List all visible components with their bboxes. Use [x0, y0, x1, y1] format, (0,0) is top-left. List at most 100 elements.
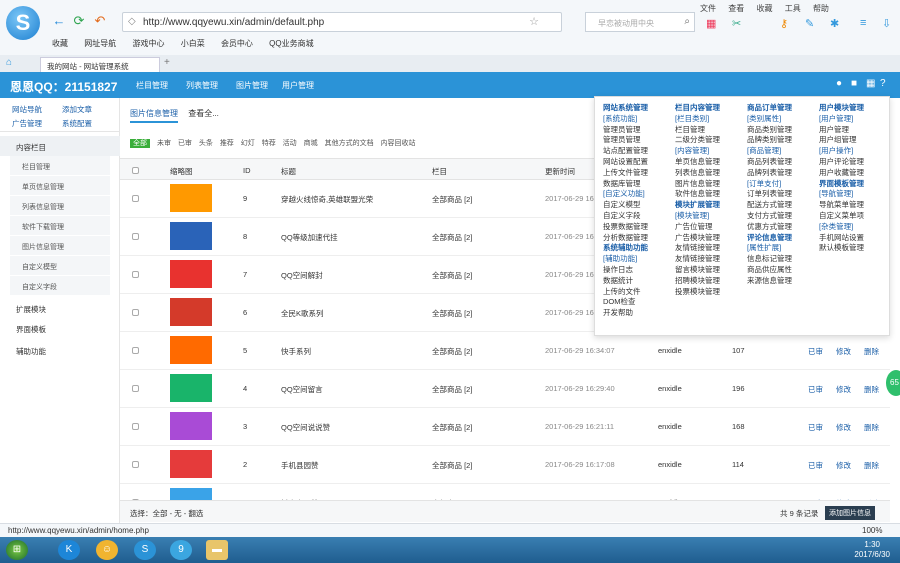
topnav-columns[interactable]: 栏目管理	[136, 80, 168, 91]
row-title[interactable]: 快手系列	[281, 346, 311, 357]
fav-item[interactable]: 小白菜	[181, 39, 205, 48]
menu-item[interactable]: 二级分类管理	[675, 135, 720, 146]
row-action[interactable]: 删除	[864, 384, 879, 395]
menu-item[interactable]: 用户管理	[819, 125, 864, 136]
menu-item[interactable]: 商品列表管理	[747, 157, 792, 168]
thumbnail-image[interactable]	[170, 374, 212, 402]
menu-item[interactable]: 数据库管理	[603, 179, 648, 190]
menu-item[interactable]: 管理员管理	[603, 125, 648, 136]
menu-tools[interactable]: 工具	[785, 4, 801, 13]
row-action[interactable]: 已审	[808, 346, 823, 357]
filter-item[interactable]: 全部	[130, 139, 150, 148]
row-checkbox[interactable]	[132, 309, 139, 316]
row-title[interactable]: QQ空间说说赞	[281, 422, 330, 433]
menu-view[interactable]: 查看	[728, 4, 744, 13]
topnav-lists[interactable]: 列表管理	[186, 80, 218, 91]
thumbnail-image[interactable]	[170, 336, 212, 364]
row-title[interactable]: 全民K歌系列	[281, 308, 324, 319]
thumbnail-image[interactable]	[170, 298, 212, 326]
tab-view-all[interactable]: 查看全...	[188, 109, 219, 118]
thumbnail-image[interactable]	[170, 222, 212, 250]
sidebar-item[interactable]: 自定义字段	[10, 276, 110, 296]
menu-item[interactable]: 用户评论管理	[819, 157, 864, 168]
sidebar-section-content[interactable]: 内容栏目	[0, 136, 120, 156]
star-icon[interactable]: ☆	[529, 15, 539, 28]
thumbnail-image[interactable]	[170, 488, 212, 500]
search-icon[interactable]: ⌕	[684, 16, 690, 27]
row-action[interactable]: 修改	[836, 460, 851, 471]
browser-tab[interactable]: 我的网站 - 网站管理系统	[40, 57, 160, 72]
app-k-icon[interactable]: K	[58, 540, 80, 560]
sidebar-item[interactable]: 自定义模型	[10, 256, 110, 276]
menu-item[interactable]: 用户组管理	[819, 135, 864, 146]
menu-item[interactable]: 品牌类别管理	[747, 135, 792, 146]
filter-item[interactable]: 特荐	[262, 140, 276, 147]
menu-item[interactable]: 列表信息管理	[675, 168, 720, 179]
row-checkbox[interactable]	[132, 195, 139, 202]
fav-item[interactable]: QQ业务商城	[269, 39, 313, 48]
menu-item[interactable]: 留言模块管理	[675, 265, 720, 276]
key-icon[interactable]: ⚷	[780, 17, 788, 30]
thumbnail-image[interactable]	[170, 184, 212, 212]
menu-item[interactable]: 站点配置管理	[603, 146, 648, 157]
menu-item[interactable]: 自定义模型	[603, 200, 648, 211]
menu-item[interactable]: 管理员管理	[603, 135, 648, 146]
menu-item[interactable]: 来源信息管理	[747, 276, 792, 287]
home-icon[interactable]: ⌂	[6, 57, 12, 68]
row-title[interactable]: QQ空间解封	[281, 270, 323, 281]
menu-help[interactable]: 帮助	[813, 4, 829, 13]
filter-item[interactable]: 未审	[157, 140, 171, 147]
menu-item[interactable]: 自定义字段	[603, 211, 648, 222]
row-title[interactable]: QQ空间留言	[281, 384, 323, 395]
app-9-icon[interactable]: 9	[170, 540, 192, 560]
sidebar-section[interactable]: 界面模板	[0, 318, 120, 338]
row-action[interactable]: 删除	[864, 346, 879, 357]
row-checkbox[interactable]	[132, 233, 139, 240]
filter-item[interactable]: 已审	[178, 140, 192, 147]
menu-item[interactable]: 默认模板管理	[819, 243, 864, 254]
menu-item[interactable]: 配送方式管理	[747, 200, 792, 211]
menu-item[interactable]: 数据统计	[603, 276, 648, 287]
search-box[interactable]: 早恋被动用中央 ⌕	[585, 12, 695, 32]
zoom-level[interactable]: 100%	[862, 526, 882, 535]
fav-item[interactable]: 会员中心	[221, 39, 253, 48]
row-title[interactable]: QQ等级加速代挂	[281, 232, 338, 243]
row-title[interactable]: 穿越火线惊奇,英雄联盟光荣	[281, 194, 373, 205]
help-icon[interactable]: ?	[880, 78, 886, 89]
sidebar-item[interactable]: 图片信息管理	[10, 236, 110, 256]
menu-item[interactable]: 友情链接管理	[675, 243, 720, 254]
topnav-users[interactable]: 用户管理	[282, 80, 314, 91]
menu-item[interactable]: 手机网站设置	[819, 233, 864, 244]
menu-item[interactable]: 单页信息管理	[675, 157, 720, 168]
menu-icon[interactable]: ≡	[860, 17, 866, 29]
thumbnail-image[interactable]	[170, 260, 212, 288]
menu-item[interactable]: 投票数据管理	[603, 222, 648, 233]
fav-item[interactable]: 收藏	[52, 39, 68, 48]
new-tab-icon[interactable]: +	[164, 57, 170, 68]
select-all-checkbox[interactable]	[132, 167, 139, 174]
menu-item[interactable]: 操作日志	[603, 265, 648, 276]
quick-link-nav[interactable]: 网站导航	[12, 104, 42, 115]
grid-icon[interactable]: ▦	[706, 17, 716, 30]
filter-item[interactable]: 头条	[199, 140, 213, 147]
menu-item[interactable]: 分析数据管理	[603, 233, 648, 244]
menu-file[interactable]: 文件	[700, 4, 716, 13]
thumbnail-image[interactable]	[170, 412, 212, 440]
row-action[interactable]: 已审	[808, 460, 823, 471]
add-image-button[interactable]: 添加图片信息	[825, 506, 875, 520]
row-checkbox[interactable]	[132, 385, 139, 392]
menu-item[interactable]: 优惠方式管理	[747, 222, 792, 233]
row-checkbox[interactable]	[132, 461, 139, 468]
row-checkbox[interactable]	[132, 423, 139, 430]
quick-link-config[interactable]: 系统配置	[62, 118, 92, 129]
row-action[interactable]: 修改	[836, 346, 851, 357]
menu-item[interactable]: 用户收藏管理	[819, 168, 864, 179]
fav-item[interactable]: 游戏中心	[132, 39, 164, 48]
row-checkbox[interactable]	[132, 347, 139, 354]
sidebar-item[interactable]: 软件下载管理	[10, 216, 110, 236]
sidebar-item[interactable]: 单页信息管理	[10, 176, 110, 196]
menu-item[interactable]: 软件信息管理	[675, 189, 720, 200]
footer-select[interactable]: 选择：全部 - 无 - 翻选	[130, 508, 203, 519]
back-icon[interactable]: ←	[52, 14, 66, 28]
menu-item[interactable]: 自定义菜单项	[819, 211, 864, 222]
